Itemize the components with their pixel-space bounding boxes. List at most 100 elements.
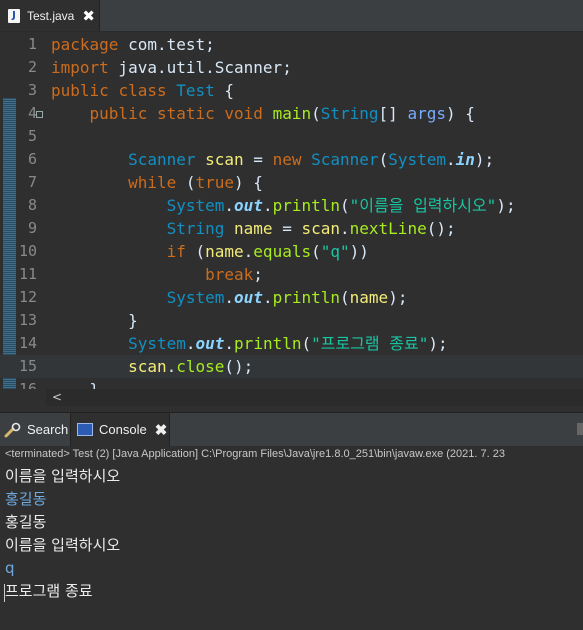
code-token: .	[262, 196, 273, 215]
code-text: while (true) {	[51, 171, 263, 194]
code-token: equals	[253, 242, 312, 261]
editor-tab-bar: J Test.java ✖	[0, 0, 583, 32]
code-token: }	[51, 380, 100, 389]
code-token: System	[388, 150, 446, 169]
code-line[interactable]: 9 String name = scan.nextLine();	[0, 217, 583, 240]
line-number: 15	[18, 357, 37, 375]
code-text: scan.close();	[51, 355, 253, 378]
code-token: name	[205, 242, 244, 261]
code-line[interactable]: 4 public static void main(String[] args)…	[0, 102, 583, 125]
console-input-line: q	[5, 559, 15, 577]
code-token: (	[311, 104, 321, 123]
close-console-icon[interactable]: ✖	[155, 421, 168, 439]
code-line[interactable]: 15 scan.close();	[0, 355, 583, 378]
code-token: com.test;	[118, 35, 215, 54]
java-file-icon: J	[8, 8, 20, 23]
code-line[interactable]: 8 System.out.println("이름을 입력하시오");	[0, 194, 583, 217]
scroll-left-icon[interactable]: <	[52, 390, 62, 404]
line-number: 8	[27, 196, 37, 214]
code-token: .	[185, 334, 196, 353]
code-token: args	[407, 104, 446, 123]
code-token: =	[243, 150, 273, 169]
code-token: Test	[176, 81, 215, 100]
line-number: 7	[27, 173, 37, 191]
code-token: (	[311, 242, 321, 261]
code-token: "이름을 입력하시오"	[349, 196, 497, 215]
code-token: {	[214, 81, 235, 100]
code-token: .	[243, 242, 254, 261]
line-number: 3	[27, 81, 37, 99]
code-line[interactable]: 14 System.out.println("프로그램 종료");	[0, 332, 583, 355]
code-token: out	[234, 288, 263, 307]
code-token: .	[224, 288, 235, 307]
console-output-line: 프로그램 종료	[5, 582, 93, 600]
line-number: 12	[18, 288, 37, 306]
line-number: 13	[18, 311, 37, 329]
code-token: System	[166, 288, 225, 307]
code-token: (	[340, 196, 350, 215]
code-text: if (name.equals("q"))	[51, 240, 369, 263]
code-token: name	[349, 288, 389, 307]
line-number: 9	[27, 219, 37, 237]
minimize-icon[interactable]	[577, 423, 583, 435]
code-token: "프로그램 종료"	[311, 334, 429, 353]
bottom-tab-bar: Search Console ✖	[0, 412, 583, 446]
line-number: 10	[18, 242, 37, 260]
code-token: out	[234, 196, 263, 215]
code-token: );	[474, 150, 495, 169]
code-line[interactable]: 13 }	[0, 309, 583, 332]
code-token: ;	[253, 265, 263, 284]
tab-search[interactable]: Search	[4, 413, 70, 446]
code-token: []	[378, 104, 408, 123]
code-line[interactable]: 16 }	[0, 378, 583, 389]
close-tab-icon[interactable]: ✖	[82, 7, 95, 25]
code-line[interactable]: 3 public class Test {	[0, 79, 583, 102]
tab-test-java[interactable]: J Test.java ✖	[0, 0, 100, 31]
code-text: Scanner scan = new Scanner(System.in);	[51, 148, 494, 171]
line-number: 2	[27, 58, 37, 76]
code-line[interactable]: 12 System.out.println(name);	[0, 286, 583, 309]
console-output[interactable]: <terminated> Test (2) [Java Application]…	[0, 446, 583, 630]
code-token: ) {	[234, 173, 263, 192]
code-token: .	[262, 288, 273, 307]
console-output-line: 이름을 입력하시오	[5, 467, 121, 485]
code-token: System	[128, 334, 186, 353]
code-token: .	[166, 357, 177, 376]
code-token: );	[428, 334, 448, 353]
code-token: );	[496, 196, 516, 215]
code-token: .	[340, 219, 350, 238]
code-line[interactable]: 6 Scanner scan = new Scanner(System.in);	[0, 148, 583, 171]
code-token: }	[51, 311, 138, 330]
code-text: package com.test;	[51, 33, 215, 56]
code-line[interactable]: 7 while (true) {	[0, 171, 583, 194]
code-text: public class Test {	[51, 79, 234, 102]
code-line[interactable]: 1 package com.test;	[0, 33, 583, 56]
code-token: name	[234, 219, 273, 238]
line-number: 6	[27, 150, 37, 168]
code-token: =	[272, 219, 302, 238]
code-token: public	[89, 104, 148, 123]
code-token: Scanner	[128, 150, 196, 169]
search-icon	[4, 422, 21, 437]
line-number: 11	[18, 265, 37, 283]
code-line[interactable]: 10 if (name.equals("q"))	[0, 240, 583, 263]
code-token: ) {	[445, 104, 475, 123]
tab-console[interactable]: Console ✖	[70, 413, 170, 446]
code-editor[interactable]: 1 package com.test; 2 import java.util.Scan…	[0, 32, 583, 389]
fold-toggle-icon[interactable]	[36, 111, 43, 118]
code-line[interactable]: 11 break;	[0, 263, 583, 286]
text-cursor	[4, 584, 5, 602]
code-token: close	[176, 357, 225, 376]
line-number: 5	[27, 127, 37, 145]
horizontal-scrollbar[interactable]: <	[46, 389, 583, 406]
code-line[interactable]: 5	[0, 125, 583, 148]
code-text: }	[51, 309, 138, 332]
code-line[interactable]: 2 import java.util.Scanner;	[0, 56, 583, 79]
